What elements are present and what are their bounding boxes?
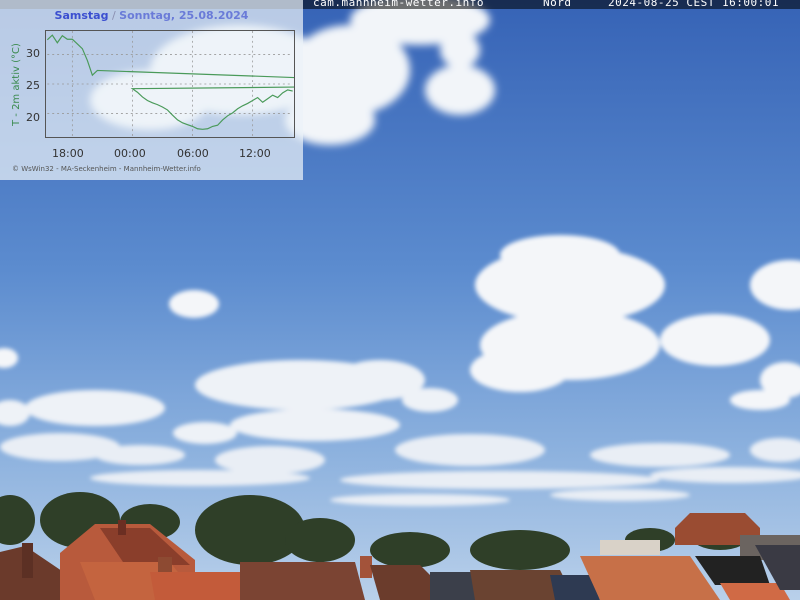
temperature-plot [45, 30, 295, 138]
chart-title: Samstag / Sonntag, 25.08.2024 [0, 9, 303, 22]
y-tick-label: 20 [26, 111, 40, 124]
title-sunday: Sonntag, 25.08.2024 [119, 9, 249, 22]
y-axis-label: T - 2m aktiv (°C) [11, 43, 22, 126]
x-tick-label: 18:00 [52, 147, 84, 160]
x-tick-label: 12:00 [239, 147, 271, 160]
title-saturday: Samstag [54, 9, 109, 22]
timestamp-label: 2024-08-25 CEST 16:00:01 [608, 0, 779, 9]
direction-label: Nord [543, 0, 572, 9]
title-separator: / [108, 9, 120, 22]
credit-text: © WsWin32 - MA-Seckenheim - Mannheim-Wet… [12, 165, 201, 173]
x-tick-label: 00:00 [114, 147, 146, 160]
y-tick-label: 30 [26, 47, 40, 60]
site-label: cam.mannheim-wetter.info [313, 0, 484, 9]
y-tick-label: 25 [26, 79, 40, 92]
temperature-chart-panel: Samstag / Sonntag, 25.08.2024 T - 2m akt… [0, 0, 303, 180]
x-tick-label: 06:00 [177, 147, 209, 160]
temperature-line [46, 34, 294, 130]
grid-lines [47, 31, 293, 137]
